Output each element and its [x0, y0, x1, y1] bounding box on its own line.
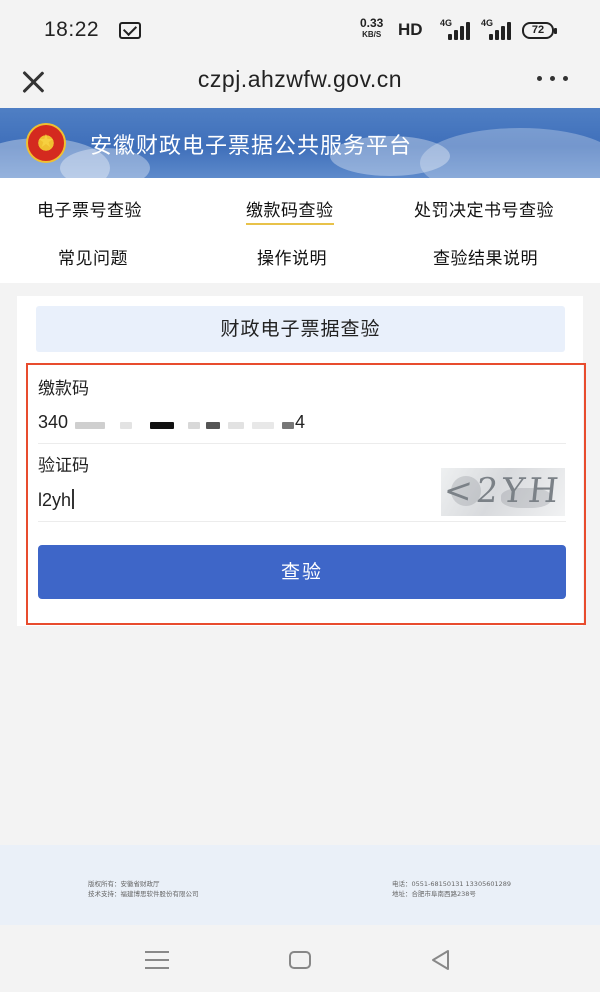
footer-left: 版权所有：安徽省财政厅 技术支持：福建博思软件股份有限公司 — [88, 879, 199, 899]
browser-toolbar: czpj.ahzwfw.gov.cn — [0, 60, 600, 108]
payment-code-label: 缴款码 — [38, 379, 89, 399]
masked-digits — [252, 422, 274, 429]
battery-icon: 72 — [522, 22, 557, 39]
nav-instructions[interactable]: 操作说明 — [257, 244, 327, 269]
page: 18:22 0.33 KB/S HD 4G 4G 72 czpj.ahzwfw.… — [0, 0, 600, 992]
divider — [38, 521, 566, 522]
network-speed-value: 0.33 — [360, 16, 384, 30]
signal-1-icon: 4G — [440, 18, 470, 40]
nav-penalty-number-check[interactable]: 处罚决定书号查验 — [414, 196, 554, 221]
masked-digits — [282, 422, 294, 429]
network-speed: 0.33 KB/S — [360, 16, 384, 40]
payment-code-prefix: 340 — [38, 412, 69, 432]
masked-digits — [75, 422, 105, 429]
site-banner: 安徽财政电子票据公共服务平台 — [0, 108, 600, 178]
national-emblem-icon — [26, 123, 66, 163]
signal-2-label: 4G — [481, 18, 494, 28]
captcha-image-text: <2YH — [441, 471, 565, 511]
footer-right: 电话：0551-68150131 13305601289 地址：合肥市阜南西路2… — [392, 879, 511, 899]
masked-digits — [188, 422, 200, 429]
url-bar[interactable]: czpj.ahzwfw.gov.cn — [0, 66, 600, 93]
footer-address: 地址：合肥市阜南西路238号 — [392, 890, 476, 898]
network-speed-unit: KB/S — [362, 30, 382, 39]
status-time: 18:22 — [44, 18, 100, 41]
nav-result-explanation[interactable]: 查验结果说明 — [433, 244, 538, 269]
mail-notification-icon — [119, 22, 141, 39]
footer: 版权所有：安徽省财政厅 技术支持：福建博思软件股份有限公司 电话：0551-68… — [0, 845, 600, 925]
nav-menu: 电子票号查验 缴款码查验 处罚决定书号查验 常见问题 操作说明 查验结果说明 — [0, 178, 600, 283]
payment-code-suffix: 4 — [295, 412, 306, 432]
nav-faq[interactable]: 常见问题 — [58, 244, 128, 269]
menu-icon[interactable] — [145, 951, 169, 969]
verify-button[interactable]: 查验 — [38, 545, 566, 599]
payment-code-input[interactable]: 340 4 — [38, 412, 558, 438]
signal-2-icon: 4G — [481, 18, 511, 40]
more-options-icon[interactable] — [537, 76, 571, 84]
masked-digits — [150, 422, 174, 429]
nav-payment-code-check[interactable]: 缴款码查验 — [246, 196, 334, 225]
captcha-value: l2yh — [38, 490, 72, 510]
nav-ticket-number-check[interactable]: 电子票号查验 — [37, 196, 142, 221]
back-icon[interactable] — [430, 949, 452, 971]
hd-indicator: HD — [398, 20, 423, 39]
banner-title: 安徽财政电子票据公共服务平台 — [90, 134, 413, 159]
home-icon[interactable] — [289, 951, 311, 969]
captcha-input[interactable]: l2yh — [38, 489, 433, 517]
footer-phone: 电话：0551-68150131 13305601289 — [392, 880, 512, 888]
status-bar: 18:22 0.33 KB/S HD 4G 4G 72 — [0, 0, 600, 60]
masked-digits — [120, 422, 132, 429]
card-title: 财政电子票据查验 — [36, 306, 565, 352]
signal-1-label: 4G — [440, 18, 453, 28]
captcha-label: 验证码 — [38, 456, 89, 476]
text-cursor — [72, 489, 74, 509]
verify-card: 财政电子票据查验 缴款码 340 4 验证码 l2yh <2YH 查验 — [17, 296, 586, 626]
captcha-image[interactable]: <2YH — [441, 468, 565, 516]
system-navigation-bar — [0, 925, 600, 992]
divider — [38, 443, 566, 444]
masked-digits — [206, 422, 220, 429]
footer-copyright: 版权所有：安徽省财政厅 — [88, 880, 160, 888]
verify-form: 缴款码 340 4 验证码 l2yh <2YH 查验 — [26, 363, 586, 625]
masked-digits — [228, 422, 244, 429]
footer-tech-support: 技术支持：福建博思软件股份有限公司 — [88, 890, 199, 898]
